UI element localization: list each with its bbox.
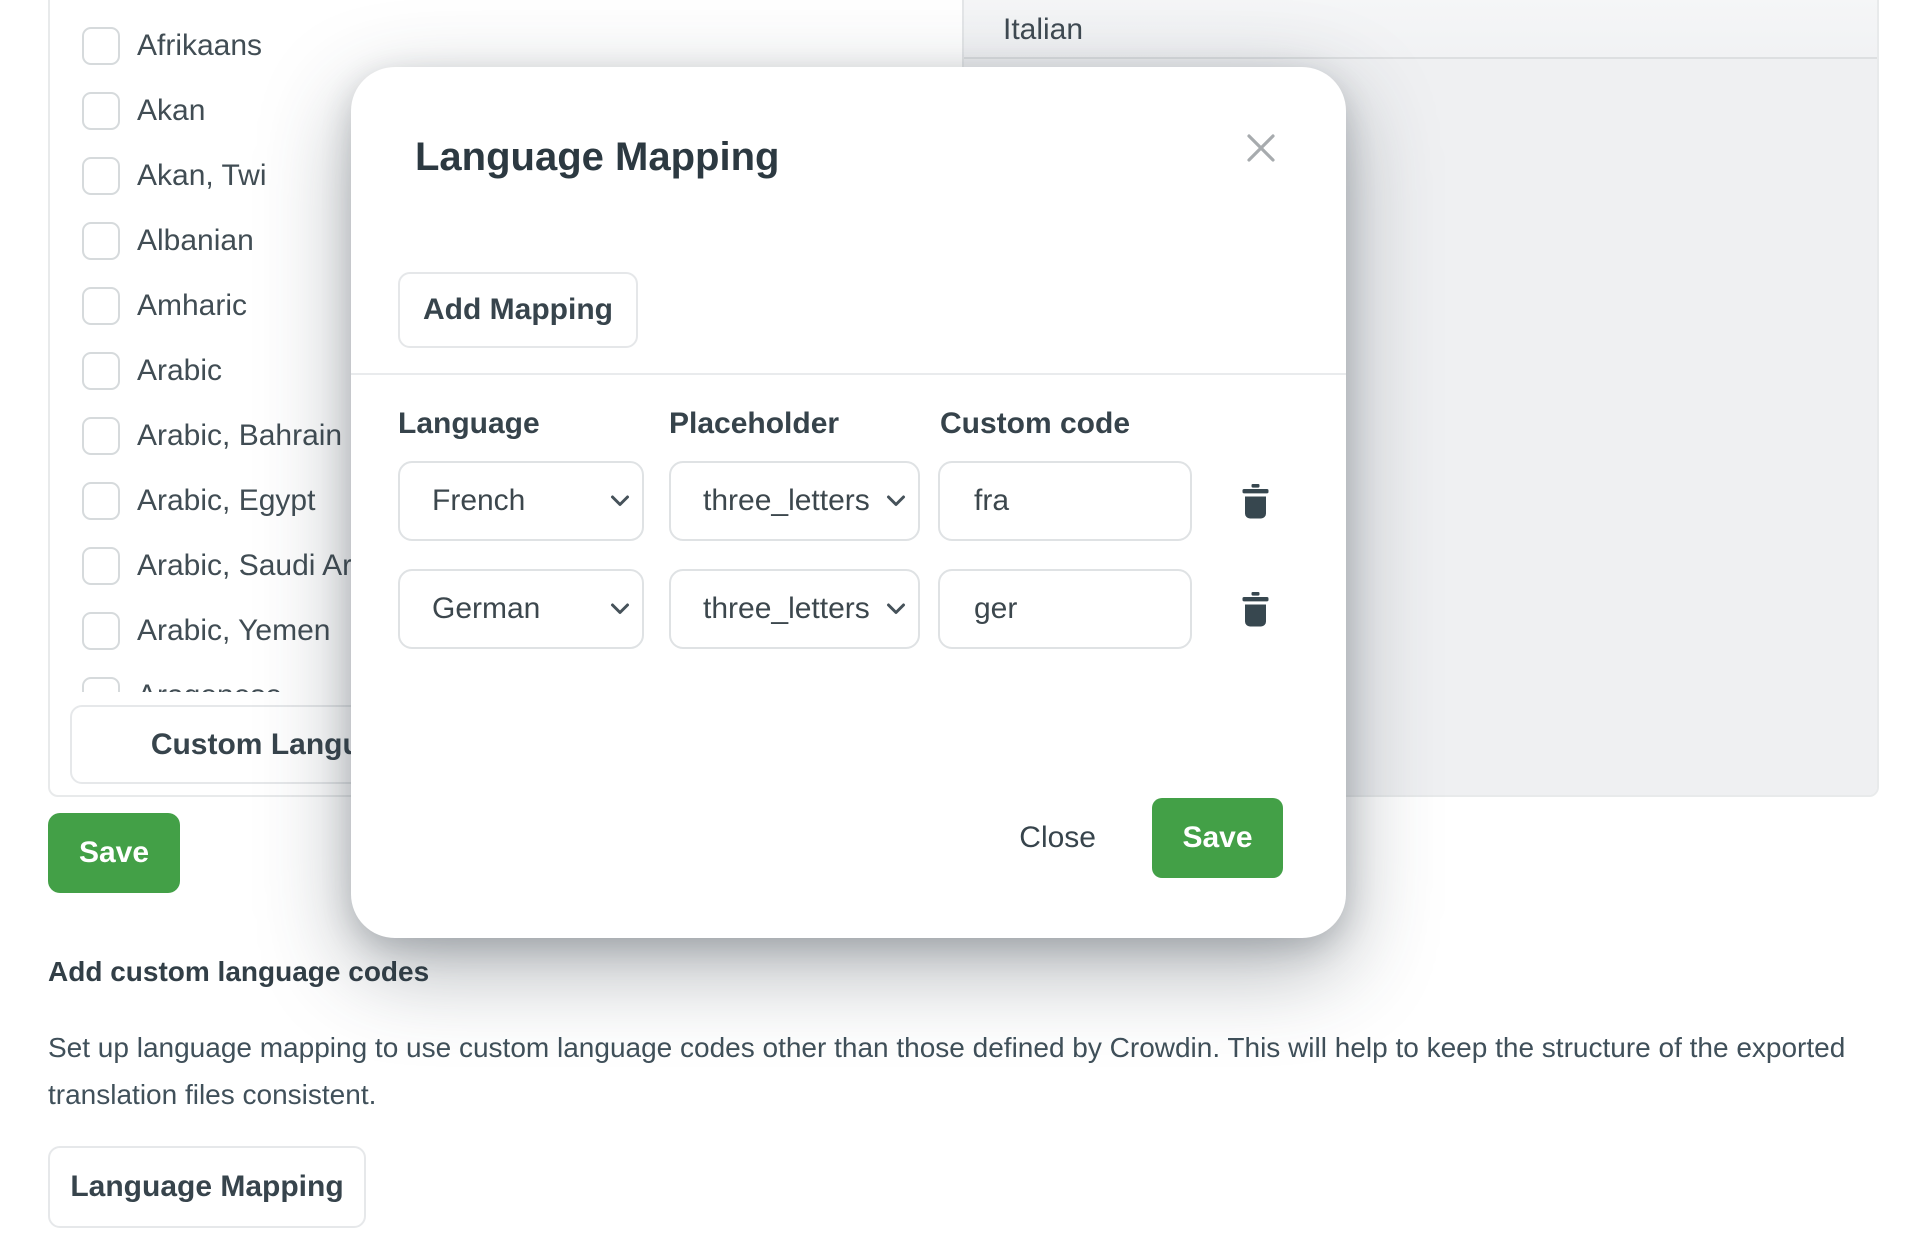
placeholder-select[interactable]: three_letters [669, 569, 920, 649]
modal-close-button[interactable] [1235, 122, 1287, 174]
language-checkbox[interactable] [82, 612, 120, 650]
language-checkbox[interactable] [82, 287, 120, 325]
list-item[interactable]: Arabic, Yemen [82, 612, 330, 650]
placeholder-select-value: three_letters [703, 484, 870, 518]
language-select[interactable]: German [398, 569, 644, 649]
language-label: Arabic [137, 354, 222, 388]
modal-close-text-button[interactable]: Close [1019, 821, 1096, 855]
section-description: Set up language mapping to use custom la… [48, 1024, 1893, 1118]
modal-save-button[interactable]: Save [1152, 798, 1283, 878]
language-label: Arabic, Yemen [137, 614, 330, 648]
language-mapping-button[interactable]: Language Mapping [48, 1146, 366, 1228]
language-label: Amharic [137, 289, 247, 323]
chevron-down-icon [610, 495, 630, 508]
list-item[interactable]: Albanian [82, 222, 254, 260]
language-checkbox[interactable] [82, 547, 120, 585]
column-header-placeholder: Placeholder [669, 407, 839, 441]
custom-code-input[interactable] [938, 569, 1192, 649]
language-label: Albanian [137, 224, 254, 258]
language-label: Aragonese [137, 679, 282, 692]
custom-code-input[interactable] [938, 461, 1192, 541]
column-header-custom-code: Custom code [940, 407, 1130, 441]
modal-title: Language Mapping [415, 135, 779, 180]
language-checkbox[interactable] [82, 417, 120, 455]
list-item[interactable]: Arabic [82, 352, 222, 390]
language-select[interactable]: French [398, 461, 644, 541]
language-checkbox[interactable] [82, 677, 120, 692]
language-checkbox[interactable] [82, 157, 120, 195]
trash-icon [1242, 484, 1269, 519]
selected-language-row: Italian [964, 0, 1877, 59]
language-label: Afrikaans [137, 29, 262, 63]
language-label: Akan [137, 94, 205, 128]
section-heading: Add custom language codes [48, 956, 429, 988]
mapping-row: German three_letters [398, 569, 1299, 649]
placeholder-select[interactable]: three_letters [669, 461, 920, 541]
add-mapping-button[interactable]: Add Mapping [398, 272, 638, 348]
close-icon [1246, 133, 1276, 163]
language-label: Arabic, Bahrain [137, 419, 342, 453]
delete-mapping-button[interactable] [1235, 589, 1275, 629]
page-save-button[interactable]: Save [48, 813, 180, 893]
chevron-down-icon [610, 603, 630, 616]
list-item[interactable]: Akan, Twi [82, 157, 267, 195]
language-checkbox[interactable] [82, 352, 120, 390]
language-select-value: French [432, 484, 525, 518]
list-item[interactable]: Aragonese [82, 677, 282, 692]
selected-language-label: Italian [1003, 13, 1083, 47]
chevron-down-icon [886, 495, 906, 508]
list-item[interactable]: Arabic, Bahrain [82, 417, 342, 455]
language-checkbox[interactable] [82, 482, 120, 520]
list-item[interactable]: Afrikaans [82, 27, 262, 65]
language-checkbox[interactable] [82, 92, 120, 130]
mapping-row: French three_letters [398, 461, 1299, 541]
column-header-language: Language [398, 407, 540, 441]
language-label: Arabic, Egypt [137, 484, 315, 518]
language-checkbox[interactable] [82, 27, 120, 65]
language-mapping-modal: Language Mapping Add Mapping Language Pl… [351, 67, 1346, 938]
placeholder-select-value: three_letters [703, 592, 870, 626]
chevron-down-icon [886, 603, 906, 616]
list-item[interactable]: Arabic, Egypt [82, 482, 315, 520]
language-select-value: German [432, 592, 540, 626]
list-item[interactable]: Akan [82, 92, 205, 130]
trash-icon [1242, 592, 1269, 627]
list-item[interactable]: Amharic [82, 287, 247, 325]
language-label: Akan, Twi [137, 159, 267, 193]
language-checkbox[interactable] [82, 222, 120, 260]
modal-footer: Close Save [1019, 798, 1283, 878]
modal-divider [351, 373, 1346, 375]
delete-mapping-button[interactable] [1235, 481, 1275, 521]
